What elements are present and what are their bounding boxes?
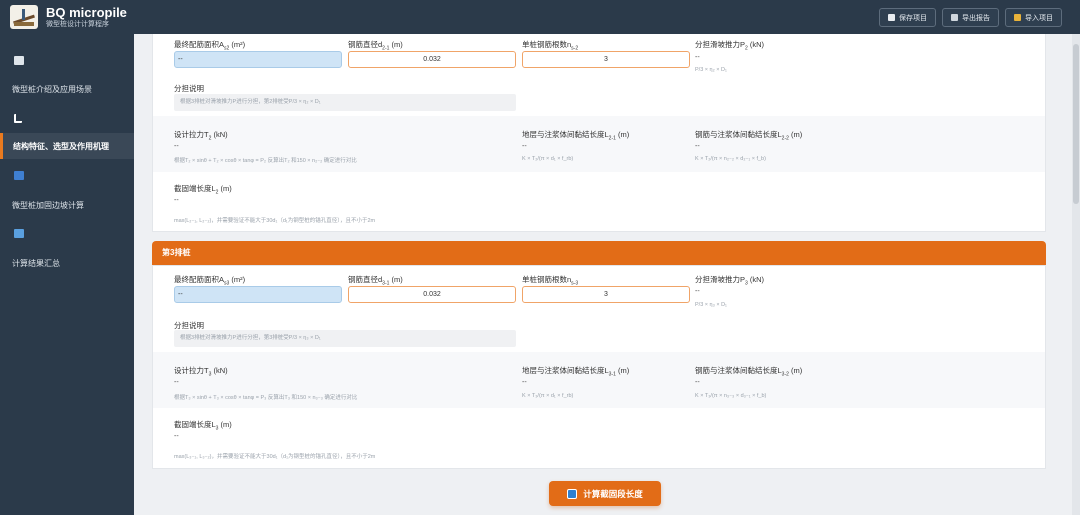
count-field-3[interactable]: 3 [522,286,690,303]
sidebar: 微型桩介绍及应用场景 结构特征、选型及作用机理 微型桩加固边坡计算 计算结果汇总 [0,34,134,515]
push-label-3: 分担滑坡推力P3 (kN) [695,275,765,287]
anchor-label-3: 截固端长度L3 (m) [174,420,232,432]
area-label: 最终配筋面积As2 (m²) [174,40,246,52]
diameter-field-3[interactable]: 0.032 [348,286,516,303]
diameter-label-3: 钢筋直径d3-1 (m) [348,275,403,287]
anchor-hint: max(L₂₋₁, L₂₋₂)，并需要验证不能大于30d₁（d₁为钢型桩的锚孔直… [174,218,376,224]
count-label: 单桩钢筋根数ns-2 [522,40,579,52]
sidebar-item-summary[interactable]: 计算结果汇总 [12,258,60,269]
calculate-anchor-length-button[interactable]: 计算截固段长度 [549,481,661,506]
bar-bond-label: 钢筋与注浆体间黏结长度L2-2 (m) [695,130,803,142]
bar-bond-hint: K × T₂/(π × n₂₋₂ × d₂₋₁ × f_b) [695,156,766,162]
anchor-label: 截固端长度L2 (m) [174,184,232,196]
app-title: BQ micropile [46,4,127,20]
desc-box-3: 根据3排桩对滑坡推力P进行分担，第3排桩受P/3 × η₃ × D₁ [174,330,516,347]
area-label-3: 最终配筋面积As3 (m²) [174,275,246,287]
tension-label-3: 设计拉力T3 (kN) [174,366,228,378]
area-field[interactable]: -- [174,51,342,68]
sidebar-item-structure[interactable]: 结构特征、选型及作用机理 [0,133,134,159]
sidebar-item-structure-label: 结构特征、选型及作用机理 [13,142,109,151]
top-bar: BQ micropile 微型桩设计计算程序 保存项目 导出报告 导入项目 [0,0,1080,34]
tension-value-3: -- [174,379,179,386]
export-report-label: 导出报告 [962,14,990,22]
sidebar-item-intro[interactable]: 微型桩介绍及应用场景 [12,84,92,95]
brand: BQ micropile 微型桩设计计算程序 [46,5,127,30]
anchor-value-3: -- [174,433,179,440]
push-value-3: -- [695,288,700,295]
chart-line-icon [14,114,22,123]
diameter-label: 钢筋直径d2-1 (m) [348,40,403,52]
tension-hint-3: 根据T₃ × sinθ + T₃ × cosθ × tanφ = P₃ 反算出T… [174,395,358,401]
sidebar-item-slope-calc[interactable]: 微型桩加固边坡计算 [12,200,84,211]
push-label: 分担滑坡推力P2 (kN) [695,40,765,52]
push-value: -- [695,54,700,61]
calculate-label: 计算截固段长度 [583,488,643,499]
grout-value-3: -- [522,379,527,386]
bar-bond-hint-3: K × T₃/(π × n₃₋₃ × d₃₋₁ × f_b) [695,393,767,399]
count-label-3: 单桩钢筋根数ns-3 [522,275,579,287]
pile-row-3-card: 最终配筋面积As3 (m²) -- 钢筋直径d3-1 (m) 0.032 单桩钢… [152,265,1046,469]
main-content: 最终配筋面积As2 (m²) -- 钢筋直径d2-1 (m) 0.032 单桩钢… [134,34,1072,515]
bar-bond-value-3: -- [695,379,700,386]
calculator-icon [567,488,578,499]
scrollbar[interactable] [1072,34,1080,515]
grout-label-3: 地层与注浆体间黏结长度L3-1 (m) [522,366,630,378]
folder-icon [1014,14,1021,21]
grout-hint-3: K × T₃/(π × d₁ × f_rb) [522,393,574,399]
pile-row-3-header: 第3排桩 [152,241,1046,265]
bar-chart-icon [14,229,24,238]
grout-label: 地层与注浆体间黏结长度L2-1 (m) [522,130,630,142]
top-actions: 保存项目 导出报告 导入项目 [879,8,1062,27]
grout-value: -- [522,143,527,150]
save-project-label: 保存项目 [899,14,927,22]
area-field-3[interactable]: -- [174,286,342,303]
import-project-button[interactable]: 导入项目 [1005,8,1062,27]
book-icon [14,56,24,65]
push-hint: P/3 × η₂ × D₁ [695,67,727,73]
desc-label: 分担说明 [174,84,204,93]
anchor-value: -- [174,197,179,204]
diameter-field[interactable]: 0.032 [348,51,516,68]
push-hint-3: P/3 × η₃ × D₁ [695,302,727,308]
grout-hint: K × T₂/(π × d₁ × f_rb) [522,156,574,162]
document-icon [951,14,958,21]
app-subtitle: 微型桩设计计算程序 [46,20,109,28]
app-logo [10,5,38,29]
scrollbar-thumb[interactable] [1073,44,1079,204]
import-project-label: 导入项目 [1025,14,1053,22]
bar-bond-value: -- [695,143,700,150]
tension-hint: 根据T₂ × sinθ + T₂ × cosθ × tanφ = P₂ 反算出T… [174,158,357,164]
calculator-icon [14,171,24,180]
pile-row-2-card: 最终配筋面积As2 (m²) -- 钢筋直径d2-1 (m) 0.032 单桩钢… [152,34,1046,232]
anchor-hint-3: max(L₃₋₁, L₃₋₂)，并需要验证不能大于30d₁（d₁为钢型桩的锚孔直… [174,454,376,460]
tension-label: 设计拉力T2 (kN) [174,130,228,142]
export-report-button[interactable]: 导出报告 [942,8,999,27]
desc-box: 根据3排桩对滑坡推力P进行分担，第2排桩受P/3 × η₂ × D₁ [174,94,516,111]
save-project-button[interactable]: 保存项目 [879,8,936,27]
bar-bond-label-3: 钢筋与注浆体间黏结长度L3-2 (m) [695,366,803,378]
lock-icon [888,14,895,21]
count-field[interactable]: 3 [522,51,690,68]
tension-value: -- [174,143,179,150]
